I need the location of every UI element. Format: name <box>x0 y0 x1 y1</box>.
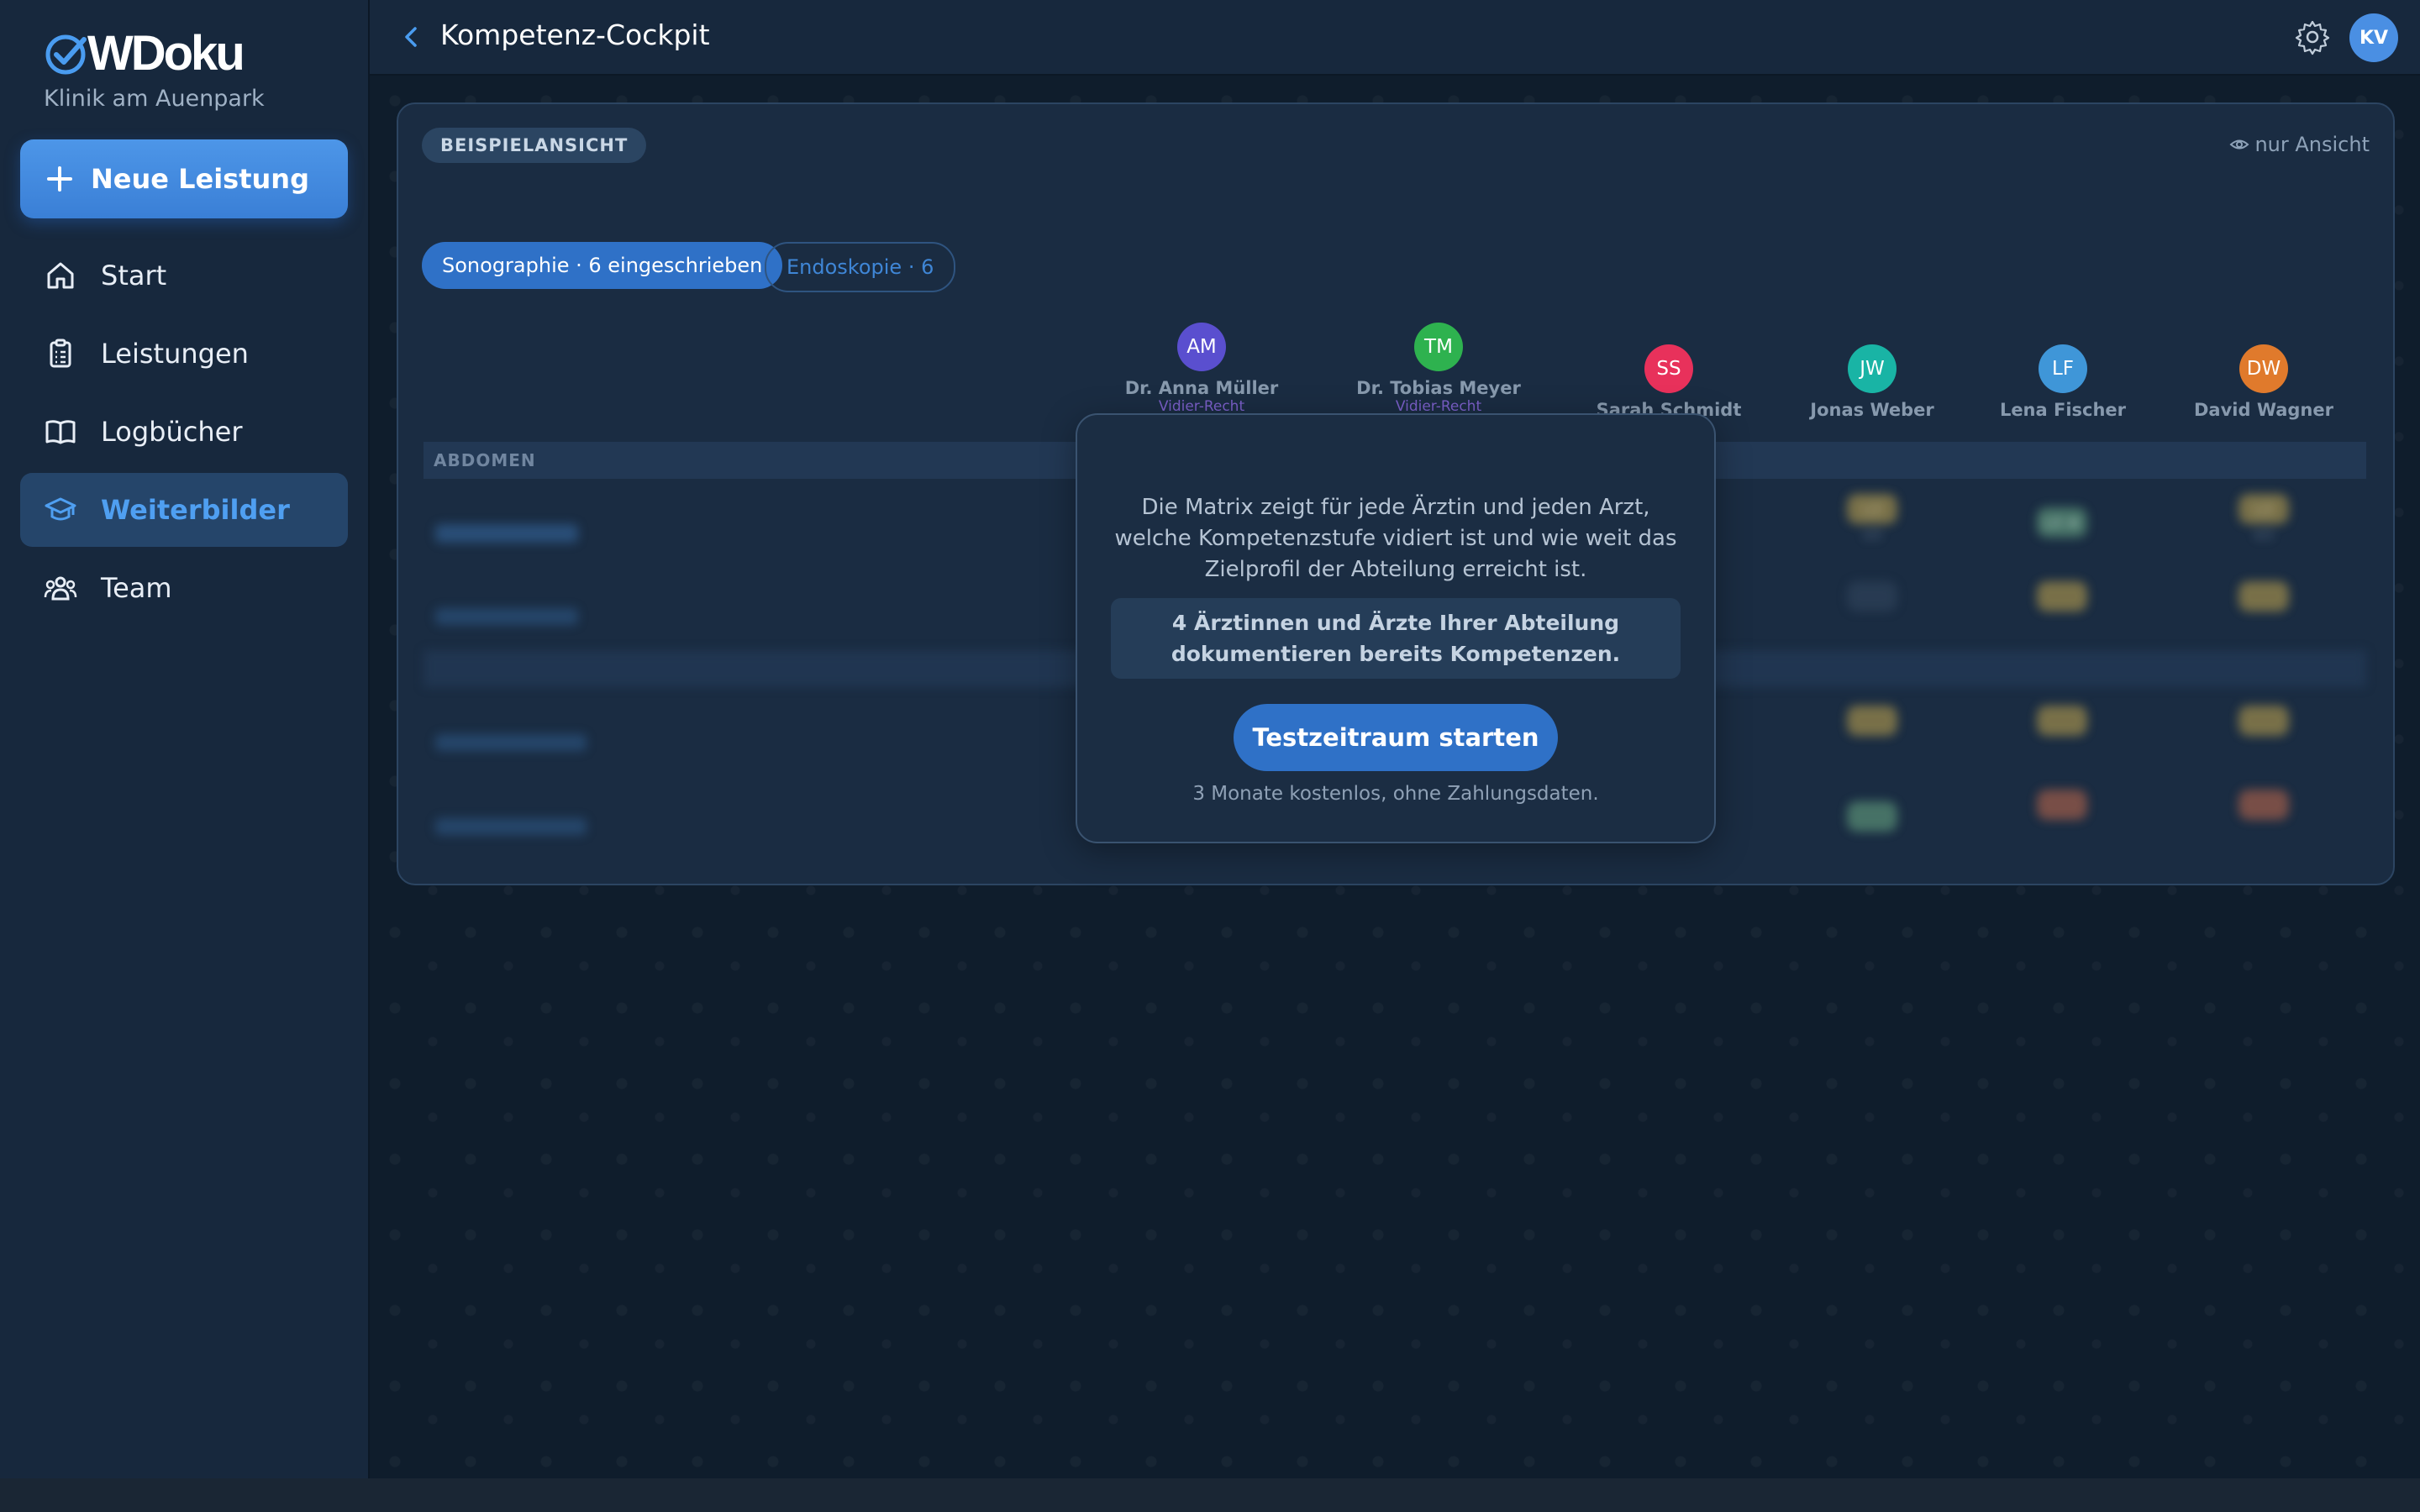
trial-modal: Die Matrix zeigt für jede Ärztin und jed… <box>1076 413 1716 843</box>
sidebar-item-label: Leistungen <box>101 338 249 370</box>
page-title: Kompetenz-Cockpit <box>440 18 710 51</box>
modal-description: Die Matrix zeigt für jede Ärztin und jed… <box>1114 495 1677 582</box>
column-name: Jonas Weber <box>1810 400 1934 420</box>
column-head-dw[interactable]: DW David Wagner <box>2171 344 2356 420</box>
example-view-badge: BEISPIELANSICHT <box>422 128 647 163</box>
clipboard-icon <box>42 335 79 372</box>
avatar: LF <box>2039 344 2087 393</box>
bottom-strip <box>0 1478 2420 1512</box>
avatar: DW <box>2239 344 2288 393</box>
start-trial-button[interactable]: Testzeitraum starten <box>1234 704 1558 771</box>
level-chip <box>1847 801 1897 832</box>
team-icon <box>42 570 79 606</box>
view-only-indicator: nur Ansicht <box>2229 133 2370 156</box>
tab-sonographie[interactable]: Sonographie · 6 eingeschrieben <box>422 242 783 289</box>
view-only-label: nur Ansicht <box>2254 133 2370 156</box>
level-chip <box>2238 581 2289 612</box>
column-head-jw[interactable]: JW Jonas Weber <box>1780 344 1965 420</box>
level-chip <box>2037 581 2087 612</box>
sidebar-item-label: Start <box>101 260 167 291</box>
sidebar-item-label: Team <box>101 572 172 604</box>
sidebar-nav: Start Leistungen Logbücher Weiterbilder … <box>20 239 348 629</box>
avatar: AM <box>1177 323 1226 371</box>
level-chip <box>2238 790 2289 820</box>
trial-note: 3 Monate kostenlos, ohne Zahlungsdaten. <box>1192 783 1599 805</box>
level-progress: 3/5 <box>1861 528 1883 543</box>
column-head-ss[interactable]: SS Sarah Schmidt <box>1576 344 1761 420</box>
plus-icon <box>47 166 72 192</box>
column-head-lf[interactable]: LF Lena Fischer <box>1970 344 2155 420</box>
home-icon <box>42 257 79 294</box>
logo-check-icon <box>45 34 87 74</box>
level-chip: L3 <box>1847 494 1897 524</box>
column-name: David Wagner <box>2193 400 2333 420</box>
avatar: JW <box>1848 344 1897 393</box>
vidier-note: Vidier-Recht <box>1395 398 1482 415</box>
logo-text: WDoku <box>87 26 245 81</box>
level-chip <box>1847 706 1897 736</box>
vidier-note: Vidier-Recht <box>1158 398 1245 415</box>
user-avatar[interactable]: KV <box>2349 13 2398 62</box>
section-label: ABDOMEN <box>434 450 536 470</box>
row-label <box>435 524 578 543</box>
sidebar-item-label: Logbücher <box>101 416 243 448</box>
eye-icon <box>2229 139 2249 150</box>
sidebar-item-label: Weiterbilder <box>101 494 290 526</box>
column-head-tm[interactable]: TM Dr. Tobias Meyer Vidier-Recht <box>1346 323 1531 415</box>
sidebar-item-leistungen[interactable]: Leistungen <box>20 317 348 391</box>
level-chip: L4 ★ <box>2037 507 2087 538</box>
sidebar-item-logbuecher[interactable]: Logbücher <box>20 395 348 469</box>
level-chip <box>1847 581 1897 612</box>
modal-highlight: 4 Ärztinnen und Ärzte Ihrer Abteilung do… <box>1111 598 1681 679</box>
row-label <box>435 608 578 625</box>
column-name: Dr. Tobias Meyer <box>1356 378 1521 398</box>
level-progress: 4/5 <box>2253 528 2275 543</box>
row-label <box>435 818 587 835</box>
top-bar: Kompetenz-Cockpit KV <box>370 0 2420 76</box>
back-arrow-icon[interactable] <box>395 20 429 54</box>
clinic-name: Klinik am Auenpark <box>44 86 265 112</box>
sidebar-item-team[interactable]: Team <box>20 551 348 625</box>
level-chip: L3 <box>2238 494 2289 524</box>
new-entry-button[interactable]: Neue Leistung <box>20 139 348 218</box>
sidebar-item-start[interactable]: Start <box>20 239 348 312</box>
column-name: Dr. Anna Müller <box>1124 378 1279 398</box>
gear-icon[interactable] <box>2294 18 2331 55</box>
book-icon <box>42 413 79 450</box>
avatar: SS <box>1644 344 1693 393</box>
new-entry-label: Neue Leistung <box>91 163 309 195</box>
column-head-am[interactable]: AM Dr. Anna Müller Vidier-Recht <box>1109 323 1294 415</box>
column-name: Lena Fischer <box>1999 400 2127 420</box>
tab-endoskopie[interactable]: Endoskopie · 6 <box>765 242 956 292</box>
app-logo[interactable]: WDoku <box>44 25 245 81</box>
sidebar-item-weiterbilder[interactable]: Weiterbilder <box>20 473 348 547</box>
graduation-cap-icon <box>42 491 79 528</box>
sidebar: WDoku Klinik am Auenpark Neue Leistung S… <box>0 0 370 1478</box>
level-chip <box>2037 790 2087 820</box>
avatar: TM <box>1414 323 1463 371</box>
level-chip <box>2037 706 2087 736</box>
level-chip <box>2238 706 2289 736</box>
row-label <box>435 734 587 751</box>
